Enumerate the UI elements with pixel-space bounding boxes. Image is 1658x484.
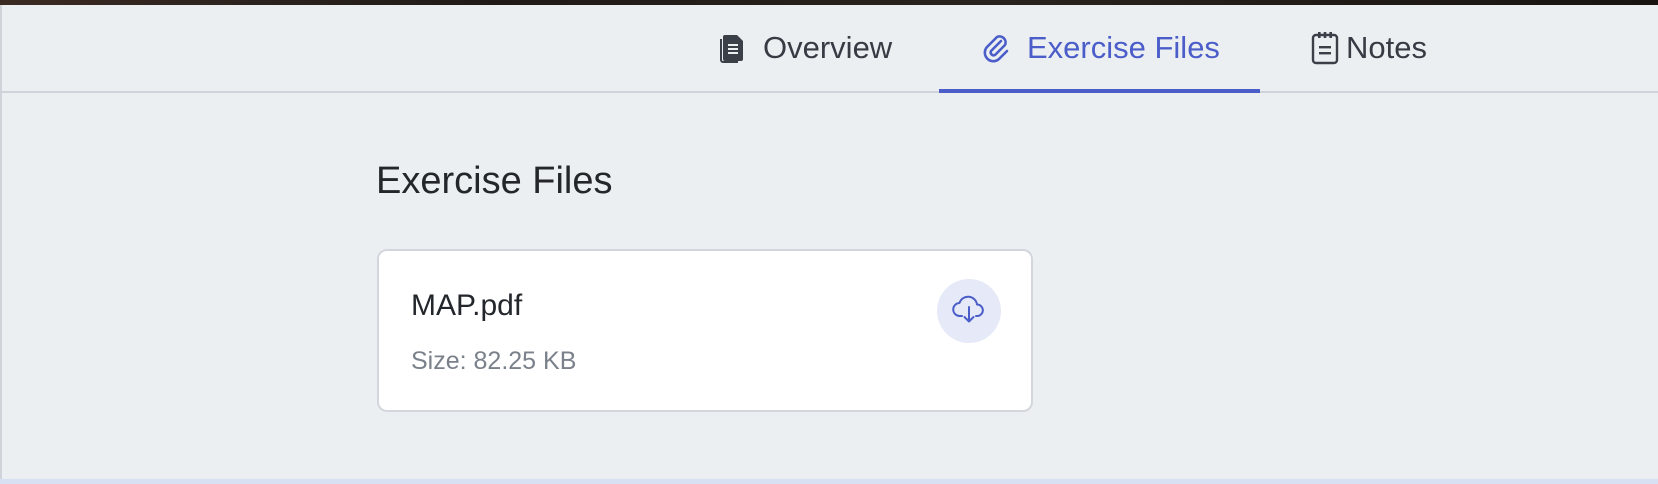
tab-overview-label: Overview [763, 30, 893, 65]
bottom-divider [0, 479, 1658, 484]
tab-notes-label: Notes [1346, 30, 1427, 65]
tab-exercise-files-label: Exercise Files [1027, 30, 1220, 65]
page-title: Exercise Files [376, 160, 613, 202]
paperclip-icon [979, 31, 1013, 65]
tab-overview[interactable]: Overview [715, 5, 892, 91]
tab-notes[interactable]: Notes [1308, 5, 1427, 91]
tab-exercise-files[interactable]: Exercise Files [939, 5, 1260, 93]
file-size: Size: 82.25 KB [411, 347, 577, 375]
file-card: MAP.pdf Size: 82.25 KB [377, 249, 1033, 412]
document-icon [715, 31, 749, 65]
notepad-icon [1308, 31, 1342, 65]
tab-bar: Overview Exercise Files Notes [2, 5, 1658, 93]
cloud-download-icon [952, 294, 986, 329]
file-name: MAP.pdf [411, 289, 523, 322]
download-button[interactable] [937, 279, 1001, 343]
